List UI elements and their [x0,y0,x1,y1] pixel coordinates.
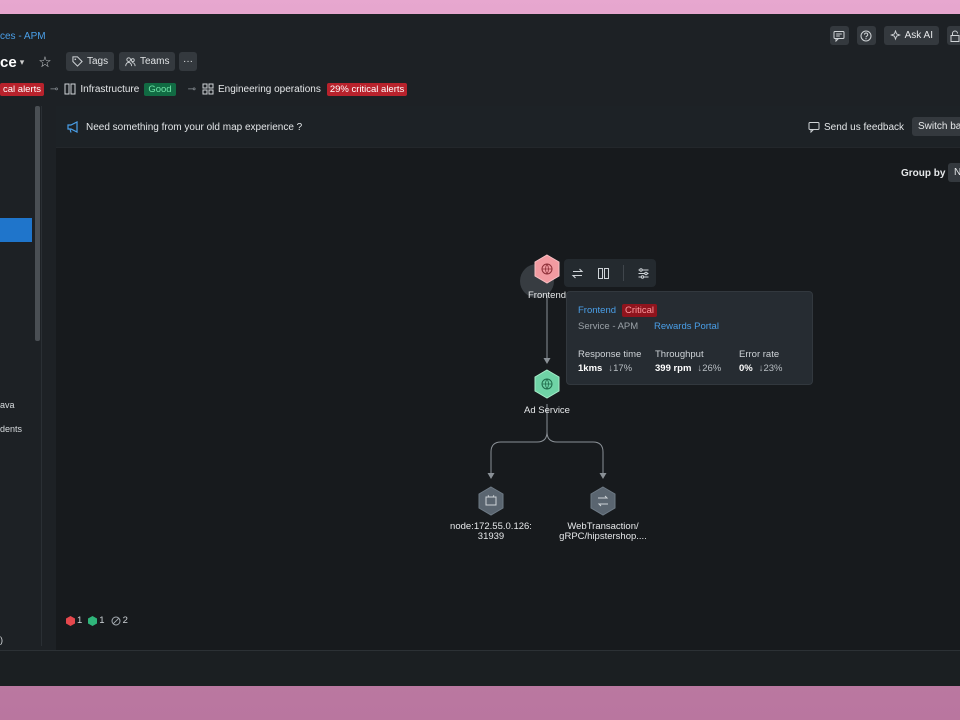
critical-hexagon-icon [66,615,75,626]
help-icon [860,30,872,41]
sidebar-scrollbar[interactable] [35,106,40,341]
chevron-down-icon[interactable]: ▾ [20,57,25,68]
lock-button[interactable] [947,26,960,45]
swap-icon[interactable] [571,267,584,280]
sparkle-icon [889,30,901,41]
bottom-bar [0,650,960,686]
filters-icon[interactable] [637,267,650,280]
ad-service-node-label: Ad Service [524,405,570,416]
tooltip-status-badge: Critical [622,304,658,317]
more-icon: ··· [183,56,193,67]
host-node-label: node:172.55.0.126: 31939 [446,522,536,542]
toolbar-divider [622,265,624,281]
tags-button[interactable]: Tags [66,52,115,71]
lock-icon [950,30,959,42]
sidebar-item-incidents[interactable]: dents [0,424,22,434]
legend-healthy[interactable]: 1 [88,615,105,626]
tooltip-entity-type: Service - APM [578,321,639,332]
transaction-node-label: WebTransaction/ gRPC/hipstershop.... [553,522,653,542]
group-by-label: Group by [901,168,946,179]
legend-unknown[interactable]: 2 [111,615,128,626]
help-button[interactable] [856,26,876,45]
legend-critical-count: 1 [77,615,83,626]
unknown-status-icon [111,616,121,625]
link-icon: ⊸ [50,83,59,95]
info-banner: Need something from your old map experie… [56,106,960,148]
host-node-label-line2: 31939 [477,531,505,542]
star-icon[interactable]: ☆ [38,53,51,71]
ask-ai-button[interactable]: Ask AI [883,26,939,45]
more-button[interactable]: ··· [179,52,197,71]
sidebar-item-bottom[interactable]: ) [0,635,3,645]
metric-value-row: 1kms ↓17% [578,363,641,374]
tags-label: Tags [87,56,109,67]
frontend-node-label: Frontend [528,290,567,301]
megaphone-icon [67,121,78,133]
sidebar-item-selected[interactable] [0,218,32,242]
legend-healthy-count: 1 [99,615,105,626]
legend-unknown-count: 2 [122,615,128,626]
metric-label: Error rate [739,349,780,360]
engineering-label[interactable]: Engineering operations [218,84,321,95]
tag-icon [72,56,83,67]
sidebar: ava dents ) [0,106,42,646]
banner-text: Need something from your old map experie… [86,122,303,133]
metric-value: 1kms [578,363,603,374]
feedback-icon [808,122,820,133]
infrastructure-status-badge: Good [144,82,176,96]
infrastructure-label[interactable]: Infrastructure [80,84,139,95]
status-legend: 1 1 2 [66,615,128,626]
infrastructure-icon [64,83,76,95]
metric-change: ↓23% [758,363,783,374]
legend-critical[interactable]: 1 [66,615,82,626]
node-action-toolbar [564,259,656,287]
teams-label: Teams [140,56,170,67]
transaction-node-label-line2: gRPC/hipstershop.... [559,531,647,542]
chat-icon [833,30,845,42]
healthy-hexagon-icon [88,615,98,626]
grid-icon [202,83,214,95]
entity-tooltip: Frontend Critical Service - APM Rewards … [566,291,813,385]
top-actions: Ask AI [829,26,960,45]
map-canvas[interactable]: Need something from your old map experie… [56,106,960,650]
metric-change: ↓17% [608,363,633,374]
chat-button[interactable] [829,26,849,45]
app-window: ces - APM ce ▾ ☆ Tags Teams ··· Ask AI c… [0,14,960,686]
metric-value: 399 rpm [655,363,692,374]
page-title[interactable]: ce [0,54,17,71]
ask-ai-label: Ask AI [904,30,933,41]
tooltip-app-link[interactable]: Rewards Portal [654,321,719,332]
breadcrumb[interactable]: ces - APM [0,31,46,42]
status-row: cal alerts ⊸ Infrastructure Good ⊸ Engin… [0,81,408,97]
alerts-badge[interactable]: cal alerts [0,82,45,96]
group-by-select[interactable]: N [948,163,960,182]
metric-label: Response time [578,349,642,360]
engineering-alerts-badge: 29% critical alerts [326,82,408,96]
header: ces - APM ce ▾ ☆ Tags Teams ··· Ask AI c… [0,14,960,106]
metric-error-rate: Error rate 0% ↓23% [739,349,783,374]
title-row: ce ▾ ☆ [0,51,52,73]
switch-back-button[interactable]: Switch ba [912,117,960,136]
metric-value-row: 0% ↓23% [739,363,783,374]
tooltip-entity-name[interactable]: Frontend [578,305,616,316]
sidebar-item-java[interactable]: ava [0,400,15,410]
metric-label: Throughput [655,349,704,360]
teams-button[interactable]: Teams [119,52,176,71]
columns-icon[interactable] [597,267,610,280]
metric-change: ↓26% [697,363,722,374]
link-icon: ⊸ [187,83,196,95]
metric-response-time: Response time 1kms ↓17% [578,349,641,374]
teams-icon [125,57,136,67]
feedback-label: Send us feedback [824,121,905,133]
feedback-link[interactable]: Send us feedback [808,121,904,133]
metric-value: 0% [739,363,753,374]
metric-value-row: 399 rpm ↓26% [655,363,721,374]
metric-throughput: Throughput 399 rpm ↓26% [655,349,721,374]
